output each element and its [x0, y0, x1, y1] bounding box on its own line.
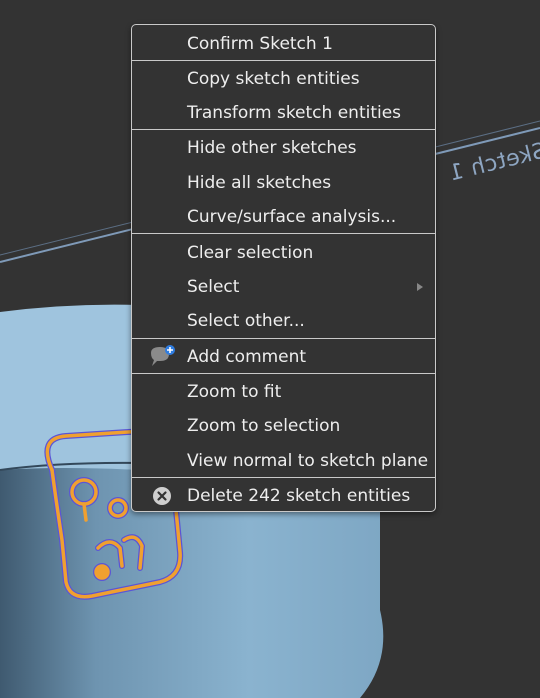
- menu-separator: [132, 373, 435, 374]
- menu-item-clear-selection[interactable]: Clear selection: [132, 236, 435, 270]
- menu-item-delete-sketch-entities[interactable]: Delete 242 sketch entities: [132, 479, 435, 513]
- menu-item-label: Select: [187, 277, 240, 297]
- delete-icon: [153, 487, 171, 505]
- menu-separator: [132, 60, 435, 61]
- menu-item-select-other[interactable]: Select other...: [132, 304, 435, 338]
- menu-item-label: Delete 242 sketch entities: [187, 486, 411, 506]
- menu-separator: [132, 233, 435, 234]
- menu-item-label: Confirm Sketch 1: [187, 34, 333, 54]
- menu-item-add-comment[interactable]: Add comment: [132, 340, 435, 374]
- menu-separator: [132, 477, 435, 478]
- menu-item-label: Curve/surface analysis...: [187, 207, 397, 227]
- cylinder-top-face: [0, 304, 140, 470]
- menu-item-label: Zoom to fit: [187, 382, 282, 402]
- menu-item-transform-sketch-entities[interactable]: Transform sketch entities: [132, 96, 435, 130]
- menu-item-label: Select other...: [187, 311, 305, 331]
- submenu-arrow-icon: [417, 283, 423, 291]
- menu-item-zoom-to-fit[interactable]: Zoom to fit: [132, 375, 435, 409]
- menu-item-view-normal-to-sketch-plane[interactable]: View normal to sketch plane: [132, 444, 435, 478]
- menu-item-label: Add comment: [187, 347, 307, 367]
- menu-item-select[interactable]: Select: [132, 270, 435, 304]
- menu-item-hide-all-sketches[interactable]: Hide all sketches: [132, 166, 435, 200]
- menu-item-label: View normal to sketch plane: [187, 451, 429, 471]
- menu-item-label: Copy sketch entities: [187, 69, 360, 89]
- menu-separator: [132, 338, 435, 339]
- menu-separator: [132, 129, 435, 130]
- menu-item-confirm-sketch[interactable]: Confirm Sketch 1: [132, 27, 435, 61]
- menu-item-copy-sketch-entities[interactable]: Copy sketch entities: [132, 62, 435, 96]
- menu-item-zoom-to-selection[interactable]: Zoom to selection: [132, 409, 435, 443]
- context-menu: Confirm Sketch 1 Copy sketch entities Tr…: [131, 24, 436, 512]
- add-comment-icon: [151, 345, 175, 366]
- menu-item-label: Hide other sketches: [187, 138, 357, 158]
- menu-item-label: Zoom to selection: [187, 416, 341, 436]
- menu-item-curve-surface-analysis[interactable]: Curve/surface analysis...: [132, 200, 435, 234]
- menu-item-hide-other-sketches[interactable]: Hide other sketches: [132, 131, 435, 165]
- menu-item-label: Clear selection: [187, 243, 314, 263]
- menu-item-label: Transform sketch entities: [187, 103, 402, 123]
- menu-item-label: Hide all sketches: [187, 173, 332, 193]
